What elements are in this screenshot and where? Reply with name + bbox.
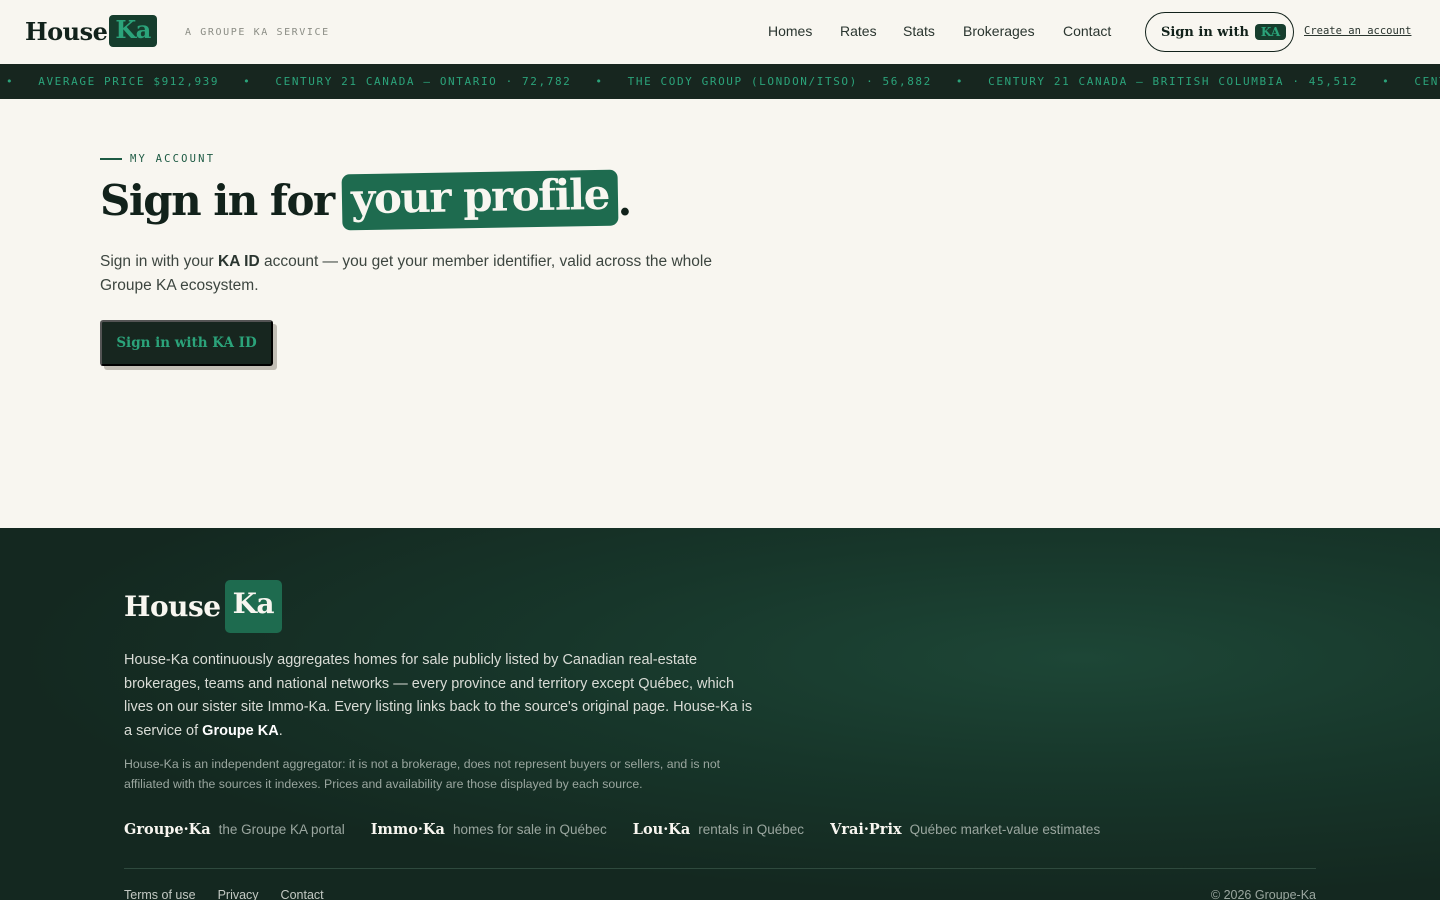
header-signin-button[interactable]: Sign in with KA <box>1145 12 1294 52</box>
ticker-item: AVERAGE PRICE $912,939 <box>38 75 220 88</box>
logo-house-text: House <box>25 16 108 46</box>
footer-disclaimer: House-Ka is an independent aggregator: i… <box>124 757 721 791</box>
headline-start: Sign in for <box>100 175 335 225</box>
eyebrow-line <box>100 158 122 160</box>
ticker-separator: • <box>243 75 252 88</box>
footer-link-privacy[interactable]: Privacy <box>218 888 259 900</box>
site-footer: House Ka House-Ka continuously aggregate… <box>0 528 1440 900</box>
signin-ka-badge: KA <box>1254 24 1287 40</box>
site-desc: homes for sale in Québec <box>452 822 607 837</box>
header-tagline: A GROUPE KA SERVICE <box>185 27 330 38</box>
site-name: Groupe·Ka <box>124 821 211 838</box>
ticker-item: THE CODY GROUP (LONDON/ITSO) · 56,882 <box>627 75 932 88</box>
site-header: House Ka A GROUPE KA SERVICE Homes Rates… <box>0 0 1440 64</box>
nav-contact[interactable]: Contact <box>1063 23 1111 39</box>
headline-highlight: your profile <box>341 169 619 231</box>
section-eyebrow: MY ACCOUNT <box>100 153 215 165</box>
nav-stats[interactable]: Stats <box>903 23 935 39</box>
footer-logo-house: House <box>124 590 221 623</box>
ticker-separator: • <box>6 75 15 88</box>
footer-logo[interactable]: House Ka <box>124 580 283 633</box>
logo-ka-badge: Ka <box>109 15 157 47</box>
intro-bold: KA ID <box>218 253 260 270</box>
ticker-separator: • <box>595 75 604 88</box>
ticker-separator: • <box>955 75 965 88</box>
intro-text: Sign in with your KA ID account — you ge… <box>100 250 720 298</box>
site-desc: rentals in Québec <box>698 822 805 837</box>
site-link-groupe-ka[interactable]: Groupe·Ka the Groupe KA portal <box>124 821 345 838</box>
ticker-item: CENTURY 21 <box>1414 75 1440 88</box>
site-name: Vrai·Prix <box>830 821 902 838</box>
site-name: Immo·Ka <box>370 821 445 838</box>
nav-homes[interactable]: Homes <box>768 23 812 39</box>
sister-sites: Groupe·Ka the Groupe KA portal Immo·Ka h… <box>124 821 1126 838</box>
site-desc: the Groupe KA portal <box>218 822 345 837</box>
intro-before: Sign in with your <box>100 253 219 270</box>
site-desc: Québec market-value estimates <box>909 822 1101 837</box>
create-account-link[interactable]: Create an account <box>1304 25 1411 37</box>
page-title: Sign in for your profile . <box>100 169 633 231</box>
ticker-separator: • <box>1382 75 1391 88</box>
about-bold: Groupe KA <box>202 723 279 740</box>
footer-logo-ka: Ka <box>224 580 283 633</box>
footer-about: House-Ka continuously aggregates homes f… <box>124 649 764 744</box>
site-link-vrai-prix[interactable]: Vrai·Prix Québec market-value estimates <box>830 821 1100 838</box>
nav-rates[interactable]: Rates <box>840 23 877 39</box>
stats-ticker: • AVERAGE PRICE $912,939 • CENTURY 21 CA… <box>0 64 1440 99</box>
site-link-immo-ka[interactable]: Immo·Ka homes for sale in Québec <box>371 821 607 838</box>
sign-in-ka-id-button[interactable]: Sign in with KA ID <box>100 320 273 366</box>
ticker-item: CENTURY 21 CANADA — BRITISH COLUMBIA · 4… <box>988 75 1359 88</box>
footer-copyright: © 2026 Groupe-Ka <box>1210 888 1316 900</box>
ticker-track: • AVERAGE PRICE $912,939 • CENTURY 21 CA… <box>6 75 1440 88</box>
site-link-lou-ka[interactable]: Lou·Ka rentals in Québec <box>633 821 804 838</box>
nav-brokerages[interactable]: Brokerages <box>963 23 1035 39</box>
ticker-item: CENTURY 21 CANADA — ONTARIO · 72,782 <box>275 75 572 88</box>
eyebrow-text: MY ACCOUNT <box>130 153 216 165</box>
about-after: . <box>278 723 283 740</box>
footer-link-contact[interactable]: Contact <box>281 888 324 900</box>
site-name: Lou·Ka <box>632 821 691 838</box>
footer-link-terms[interactable]: Terms of use <box>124 888 196 900</box>
footer-links: Terms of use Privacy Contact <box>124 888 346 900</box>
footer-divider <box>124 868 1316 869</box>
headline-end: . <box>617 175 633 225</box>
house-ka-logo[interactable]: House Ka <box>25 15 157 47</box>
signin-label: Sign in with <box>1161 24 1249 40</box>
